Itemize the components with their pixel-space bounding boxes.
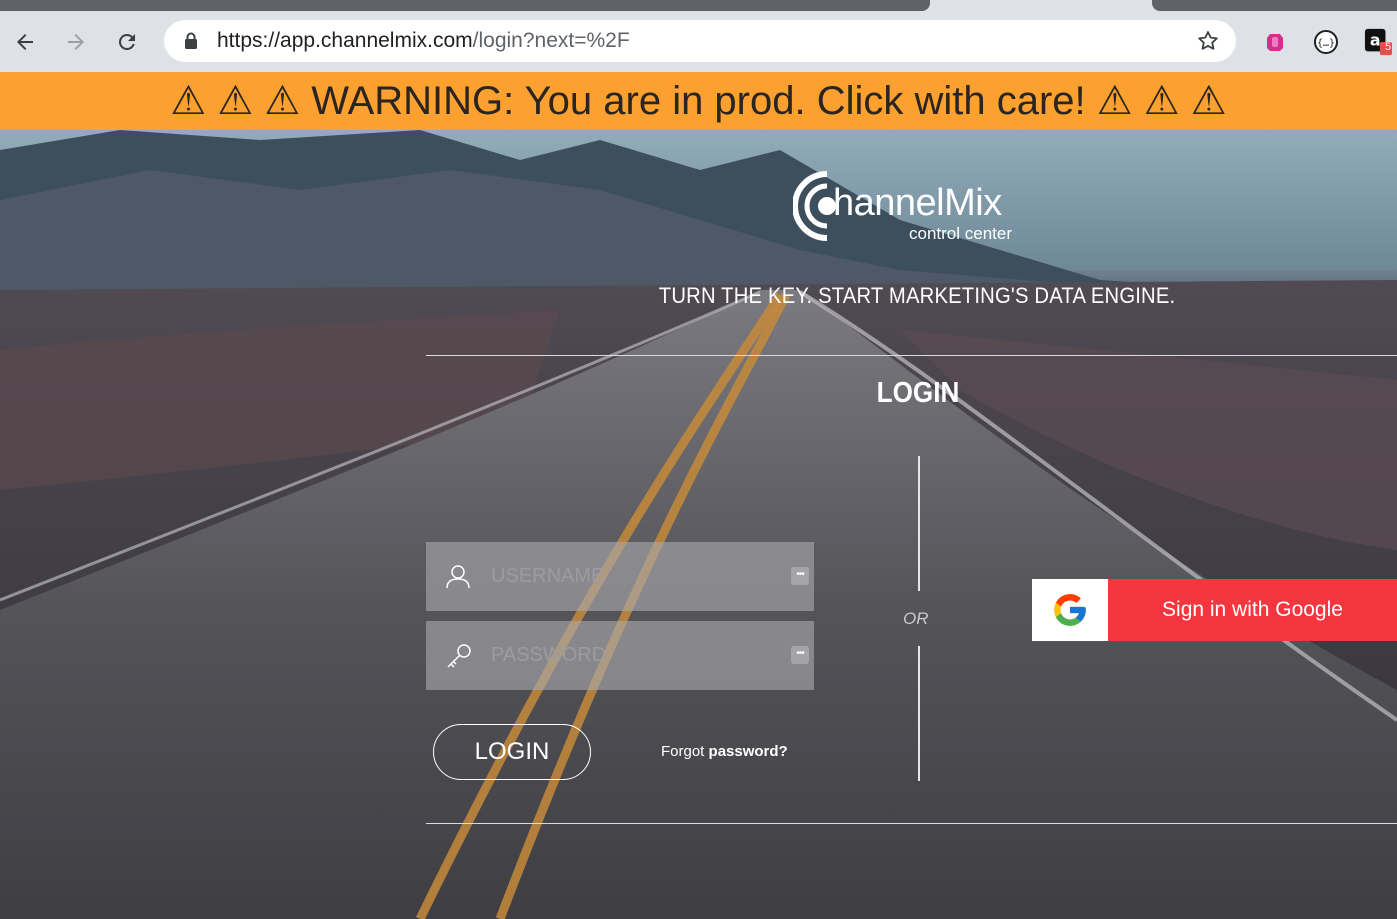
browser-tab[interactable] bbox=[1152, 0, 1397, 11]
extension-json-icon[interactable]: {…} bbox=[1312, 28, 1340, 56]
extension-amazon-icon[interactable]: a 5 bbox=[1364, 28, 1392, 56]
google-signin-button[interactable]: Sign in with Google bbox=[1032, 579, 1397, 641]
login-button[interactable]: LOGIN bbox=[433, 724, 591, 780]
extension-pink-icon[interactable] bbox=[1261, 28, 1289, 56]
reload-button[interactable] bbox=[112, 27, 142, 57]
reload-icon bbox=[118, 33, 135, 50]
address-bar[interactable]: https://app.channelmix.com/login?next=%2… bbox=[164, 20, 1236, 62]
password-manager-icon[interactable]: ••• bbox=[791, 646, 809, 664]
prod-warning-banner: ⚠ ⚠ ⚠ WARNING: You are in prod. Click wi… bbox=[0, 72, 1397, 130]
or-divider-bottom bbox=[918, 646, 920, 781]
bottom-divider bbox=[426, 823, 1397, 824]
google-signin-label: Sign in with Google bbox=[1108, 579, 1397, 641]
username-placeholder: USERNAME bbox=[491, 565, 605, 587]
background-road-image bbox=[0, 130, 1397, 919]
browser-tab-active[interactable] bbox=[0, 0, 930, 11]
extension-badge: 5 bbox=[1385, 41, 1392, 53]
back-button[interactable] bbox=[10, 27, 40, 57]
google-g-icon bbox=[1054, 594, 1086, 626]
tagline: TURN THE KEY. START MARKETING'S DATA ENG… bbox=[658, 283, 1176, 308]
top-divider bbox=[426, 355, 1397, 356]
or-divider-top bbox=[918, 456, 920, 591]
password-field[interactable]: PASSWORD ••• bbox=[426, 621, 814, 690]
password-manager-icon[interactable]: ••• bbox=[791, 567, 809, 585]
lock-icon bbox=[185, 32, 197, 49]
star-icon[interactable] bbox=[1196, 29, 1220, 53]
forgot-prefix: Forgot bbox=[661, 743, 705, 760]
channelmix-logo: hannelMix control center bbox=[792, 168, 1043, 249]
arrow-left-icon bbox=[17, 34, 33, 50]
browser-toolbar: https://app.channelmix.com/login?next=%2… bbox=[0, 11, 1397, 73]
google-logo-box bbox=[1032, 579, 1108, 641]
svg-text:a: a bbox=[1370, 31, 1381, 50]
or-label: OR bbox=[903, 609, 929, 628]
forward-button[interactable] bbox=[61, 27, 91, 57]
forgot-password-link[interactable]: Forgot password? bbox=[661, 743, 788, 760]
forgot-link-text[interactable]: password? bbox=[709, 743, 788, 760]
logo-subtitle: control center bbox=[909, 224, 1012, 243]
url-text: https://app.channelmix.com/login?next=%2… bbox=[217, 29, 630, 52]
username-field[interactable]: USERNAME ••• bbox=[426, 542, 814, 611]
arrow-right-icon bbox=[68, 34, 84, 50]
login-heading: LOGIN bbox=[876, 377, 960, 409]
user-icon bbox=[446, 565, 470, 589]
tab-strip bbox=[0, 0, 1397, 11]
key-icon bbox=[447, 644, 471, 668]
svg-text:{…}: {…} bbox=[1317, 38, 1335, 49]
logo-wordmark: hannelMix bbox=[833, 182, 1002, 224]
password-placeholder: PASSWORD bbox=[491, 644, 607, 666]
